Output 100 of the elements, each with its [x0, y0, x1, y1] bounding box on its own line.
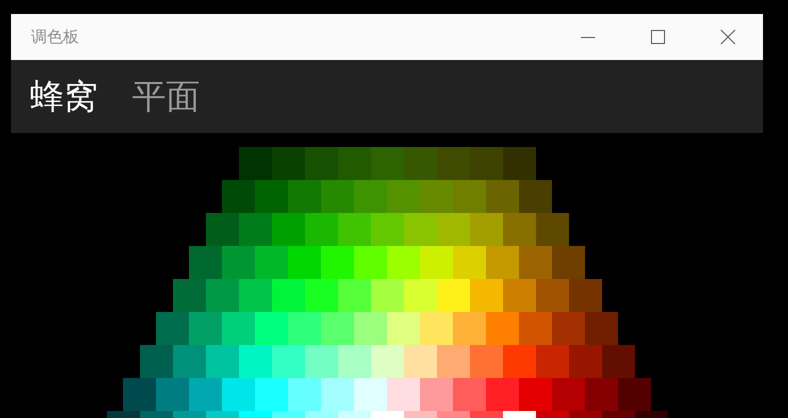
color-swatch[interactable]	[272, 147, 304, 180]
color-swatch[interactable]	[321, 378, 354, 411]
color-swatch[interactable]	[568, 279, 602, 312]
color-swatch[interactable]	[255, 246, 288, 279]
color-swatch[interactable]	[206, 213, 238, 246]
color-swatch[interactable]	[453, 312, 486, 345]
color-swatch[interactable]	[370, 345, 404, 378]
color-swatch[interactable]	[189, 312, 222, 345]
color-swatch[interactable]	[370, 279, 404, 312]
color-swatch[interactable]	[123, 378, 156, 411]
color-swatch[interactable]	[172, 345, 206, 378]
color-swatch[interactable]	[387, 312, 420, 345]
color-swatch[interactable]	[354, 378, 387, 411]
color-swatch[interactable]	[486, 180, 519, 213]
color-swatch[interactable]	[370, 147, 404, 180]
color-swatch[interactable]	[288, 312, 321, 345]
color-swatch[interactable]	[288, 180, 321, 213]
color-swatch[interactable]	[618, 378, 651, 411]
color-swatch[interactable]	[238, 147, 272, 180]
color-swatch[interactable]	[338, 213, 370, 246]
color-swatch[interactable]	[453, 180, 486, 213]
color-swatch[interactable]	[486, 312, 519, 345]
color-swatch[interactable]	[354, 246, 387, 279]
color-swatch[interactable]	[238, 345, 272, 378]
color-swatch[interactable]	[222, 378, 255, 411]
color-swatch[interactable]	[568, 345, 602, 378]
color-swatch[interactable]	[304, 213, 338, 246]
color-swatch[interactable]	[552, 312, 585, 345]
color-swatch[interactable]	[519, 378, 552, 411]
color-swatch[interactable]	[502, 345, 536, 378]
color-swatch[interactable]	[304, 345, 338, 378]
color-swatch[interactable]	[255, 378, 288, 411]
color-swatch[interactable]	[404, 147, 436, 180]
color-swatch[interactable]	[470, 279, 502, 312]
color-swatch[interactable]	[140, 345, 172, 378]
color-swatch[interactable]	[255, 180, 288, 213]
color-swatch[interactable]	[453, 246, 486, 279]
color-swatch[interactable]	[156, 312, 189, 345]
color-swatch[interactable]	[222, 246, 255, 279]
color-swatch[interactable]	[338, 345, 370, 378]
color-swatch[interactable]	[255, 312, 288, 345]
tab[interactable]: 蜂窝	[30, 80, 98, 114]
color-swatch[interactable]	[272, 279, 304, 312]
color-swatch[interactable]	[519, 312, 552, 345]
color-swatch[interactable]	[338, 279, 370, 312]
color-swatch[interactable]	[470, 213, 502, 246]
color-swatch[interactable]	[387, 180, 420, 213]
color-swatch[interactable]	[354, 180, 387, 213]
color-swatch[interactable]	[272, 345, 304, 378]
color-swatch[interactable]	[238, 213, 272, 246]
color-swatch[interactable]	[470, 147, 502, 180]
color-swatch[interactable]	[420, 246, 453, 279]
color-swatch[interactable]	[354, 312, 387, 345]
color-swatch[interactable]	[436, 345, 470, 378]
color-swatch[interactable]	[486, 246, 519, 279]
color-swatch[interactable]	[519, 180, 552, 213]
color-swatch[interactable]	[304, 279, 338, 312]
color-swatch[interactable]	[552, 378, 585, 411]
color-swatch[interactable]	[536, 279, 568, 312]
color-swatch[interactable]	[585, 378, 618, 411]
color-swatch[interactable]	[288, 246, 321, 279]
color-swatch[interactable]	[519, 246, 552, 279]
color-swatch[interactable]	[272, 213, 304, 246]
color-swatch[interactable]	[420, 378, 453, 411]
color-swatch[interactable]	[420, 180, 453, 213]
color-swatch[interactable]	[436, 147, 470, 180]
color-swatch[interactable]	[222, 180, 255, 213]
color-swatch[interactable]	[404, 345, 436, 378]
color-swatch[interactable]	[552, 246, 585, 279]
color-swatch[interactable]	[486, 378, 519, 411]
color-swatch[interactable]	[321, 246, 354, 279]
color-swatch[interactable]	[206, 279, 238, 312]
color-swatch[interactable]	[470, 345, 502, 378]
color-swatch[interactable]	[387, 246, 420, 279]
color-swatch[interactable]	[585, 312, 618, 345]
color-swatch[interactable]	[536, 213, 568, 246]
color-swatch[interactable]	[602, 345, 634, 378]
color-swatch[interactable]	[321, 312, 354, 345]
color-swatch[interactable]	[238, 279, 272, 312]
color-swatch[interactable]	[156, 378, 189, 411]
color-swatch[interactable]	[321, 180, 354, 213]
color-swatch[interactable]	[502, 213, 536, 246]
color-swatch[interactable]	[502, 147, 536, 180]
color-swatch[interactable]	[189, 378, 222, 411]
color-swatch[interactable]	[288, 378, 321, 411]
color-swatch[interactable]	[304, 147, 338, 180]
tab[interactable]: 平面	[132, 80, 200, 114]
color-swatch[interactable]	[404, 213, 436, 246]
color-swatch[interactable]	[222, 312, 255, 345]
color-swatch[interactable]	[420, 312, 453, 345]
color-swatch[interactable]	[436, 213, 470, 246]
color-swatch[interactable]	[502, 279, 536, 312]
color-swatch[interactable]	[370, 213, 404, 246]
color-swatch[interactable]	[387, 378, 420, 411]
color-swatch[interactable]	[436, 279, 470, 312]
color-swatch[interactable]	[404, 279, 436, 312]
color-swatch[interactable]	[536, 345, 568, 378]
color-swatch[interactable]	[189, 246, 222, 279]
color-swatch[interactable]	[453, 378, 486, 411]
color-swatch[interactable]	[172, 279, 206, 312]
